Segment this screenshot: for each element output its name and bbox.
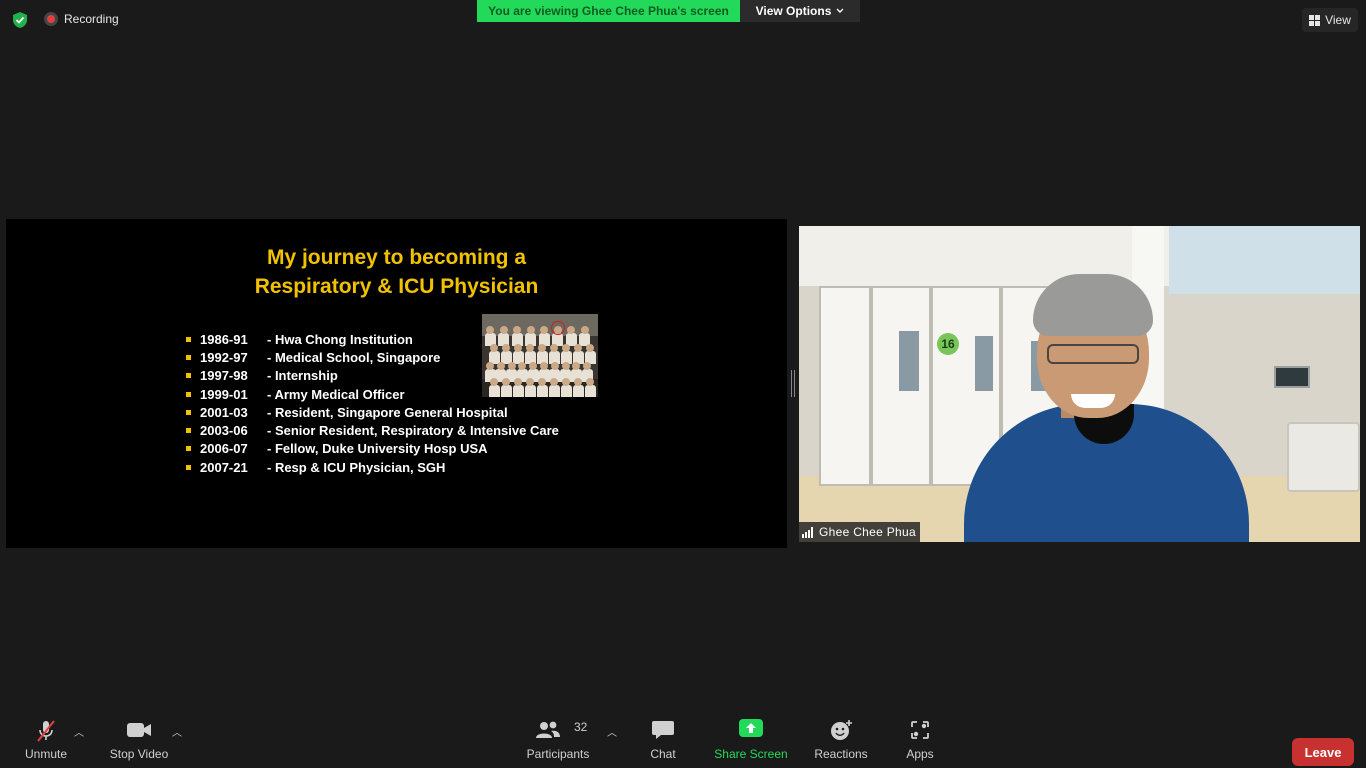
participants-button[interactable]: 32 Participants [522, 712, 594, 768]
chat-button[interactable]: Chat [640, 712, 686, 768]
slide-item-years: 1992-97 [200, 349, 248, 365]
room-sign: 16 [937, 333, 959, 355]
bullet-icon [186, 373, 191, 379]
slide-list-item: 2007-21 - Resp & ICU Physician, SGH [186, 458, 559, 476]
slide-item-text: - Resp & ICU Physician, SGH [267, 459, 446, 475]
slide-item-text: - Medical School, Singapore [267, 349, 441, 365]
participants-count: 32 [574, 720, 588, 734]
slide-item-text: - Hwa Chong Institution [267, 331, 413, 347]
participant-name-tag: Ghee Chee Phua [799, 522, 920, 542]
class-photo [482, 314, 598, 397]
stop-video-button[interactable]: Stop Video [104, 712, 174, 768]
leave-label: Leave [1304, 744, 1342, 760]
participants-label: Participants [526, 747, 590, 761]
slide-item-years: 2006-07 [200, 441, 248, 457]
view-button[interactable]: View [1302, 8, 1358, 32]
leave-button[interactable]: Leave [1292, 738, 1354, 766]
reactions-label: Reactions [814, 747, 868, 761]
apps-button[interactable]: Apps [898, 712, 942, 768]
slide-item-years: 2007-21 [200, 459, 248, 475]
slide-title-line2: Respiratory & ICU Physician [254, 275, 539, 298]
slide-item-years: 2001-03 [200, 404, 248, 420]
slide-item-text: - Internship [267, 368, 338, 384]
stop-video-label: Stop Video [109, 747, 169, 761]
video-camera-icon [127, 723, 151, 737]
view-label: View [1325, 13, 1351, 27]
bullet-icon [186, 428, 191, 434]
reactions-smiley-icon [831, 720, 852, 740]
slide-list-item: 2001-03 - Resident, Singapore General Hos… [186, 403, 559, 421]
unmute-label: Unmute [24, 747, 68, 761]
chevron-down-icon [836, 8, 844, 13]
bullet-icon [186, 391, 191, 397]
recording-dot-icon [44, 12, 58, 26]
slide-item-years: 2003-06 [200, 423, 248, 439]
slide-title: My journey to becoming a Respiratory & I… [6, 243, 787, 301]
bullet-icon [186, 336, 191, 342]
recording-label: Recording [64, 12, 119, 26]
bullet-icon [186, 446, 191, 452]
signal-strength-icon [802, 526, 813, 538]
participants-icon [535, 721, 560, 738]
slide-item-text: - Army Medical Officer [267, 386, 405, 402]
participant-video[interactable]: 16 Ghee Chee Phua [799, 226, 1360, 542]
video-options-caret-icon[interactable]: ︿ [172, 724, 182, 739]
bullet-icon [186, 354, 191, 360]
view-options-label: View Options [755, 4, 832, 18]
slide-list-item: 2006-07 - Fellow, Duke University Hosp US… [186, 440, 559, 458]
share-screen-label: Share Screen [714, 747, 788, 761]
security-shield-icon[interactable] [11, 11, 29, 29]
bullet-icon [186, 409, 191, 415]
view-options-button[interactable]: View Options [740, 0, 860, 22]
muted-microphone-icon [37, 720, 55, 742]
meeting-toolbar: Unmute ︿ Stop Video ︿ 32 Participants ︿ … [0, 712, 1366, 768]
participant-name: Ghee Chee Phua [819, 525, 916, 539]
shared-screen[interactable]: My journey to becoming a Respiratory & I… [6, 219, 787, 548]
reactions-button[interactable]: Reactions [810, 712, 872, 768]
share-screen-button[interactable]: Share Screen [712, 712, 790, 768]
slide-item-years: 1986-91 [200, 331, 248, 347]
viewing-banner: You are viewing Ghee Chee Phua's screen [477, 0, 740, 22]
slide-item-years: 1999-01 [200, 386, 248, 402]
split-view-handle[interactable] [791, 370, 795, 397]
apps-label: Apps [906, 747, 934, 761]
slide-item-text: - Fellow, Duke University Hosp USA [267, 441, 488, 457]
grid-icon [1309, 14, 1321, 26]
slide-item-years: 1997-98 [200, 368, 248, 384]
recording-indicator[interactable]: Recording [44, 12, 119, 26]
chat-bubble-icon [652, 721, 674, 739]
apps-icon [911, 721, 929, 739]
slide-item-text: - Senior Resident, Respiratory & Intensi… [267, 423, 559, 439]
slide-list-item: 2003-06 - Senior Resident, Respiratory & … [186, 421, 559, 439]
viewing-banner-text: You are viewing Ghee Chee Phua's screen [488, 4, 729, 18]
highlight-circle [551, 321, 565, 335]
chat-label: Chat [650, 747, 676, 761]
slide-title-line1: My journey to becoming a [266, 246, 527, 269]
share-screen-icon [739, 719, 763, 737]
slide-item-text: - Resident, Singapore General Hospital [267, 404, 508, 420]
bullet-icon [186, 464, 191, 470]
audio-options-caret-icon[interactable]: ︿ [74, 724, 84, 739]
participants-options-caret-icon[interactable]: ︿ [607, 724, 617, 739]
unmute-button[interactable]: Unmute [16, 712, 76, 768]
